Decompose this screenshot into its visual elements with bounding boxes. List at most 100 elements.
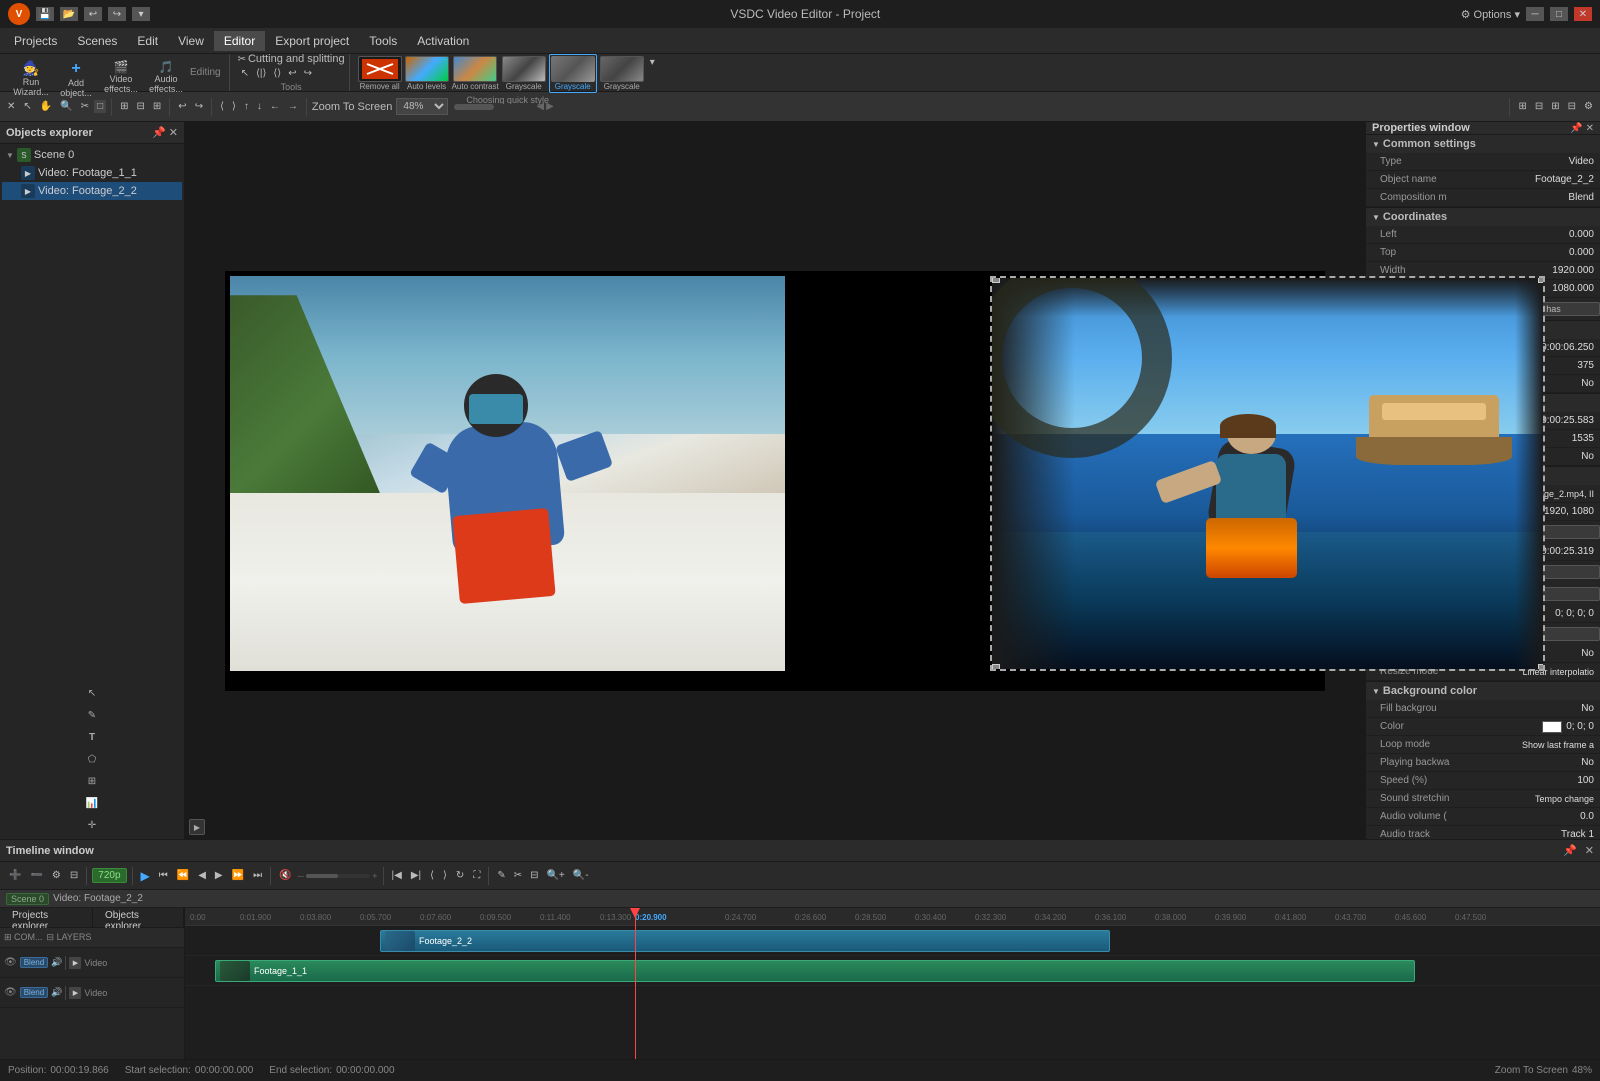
video-effects-btn[interactable]: 🎬 Videoeffects... bbox=[100, 57, 142, 89]
sel-handle-tr[interactable] bbox=[1538, 276, 1545, 283]
right-btn[interactable]: → bbox=[285, 100, 301, 113]
obj-chart-btn[interactable]: 📊 bbox=[82, 793, 102, 813]
obj-cursor-btn[interactable]: ↖ bbox=[82, 683, 102, 703]
step-fwd-btn[interactable]: ⏩ bbox=[229, 869, 247, 882]
obj-text-btn[interactable]: T bbox=[82, 727, 102, 747]
objects-close-btn[interactable]: ✕ bbox=[169, 126, 178, 139]
redo2-btn[interactable]: ↪ bbox=[192, 100, 206, 113]
group-btn[interactable]: ⊞ bbox=[117, 100, 131, 113]
close-button[interactable]: ✕ bbox=[1574, 7, 1592, 21]
section-bg-header[interactable]: Background color bbox=[1366, 682, 1600, 700]
snap-tl-btn[interactable]: ⊟ bbox=[527, 869, 541, 882]
toolbar-extra-btn[interactable]: ▾ bbox=[132, 7, 150, 21]
grid-btn[interactable]: ⊞ bbox=[1548, 100, 1562, 113]
toolbar-save-btn[interactable]: 💾 bbox=[36, 7, 54, 21]
split-btn[interactable]: ⟨⟩ bbox=[270, 67, 284, 80]
mark-in-btn[interactable]: |◀ bbox=[389, 869, 405, 882]
section-coords-header[interactable]: Coordinates bbox=[1366, 208, 1600, 226]
menu-projects[interactable]: Projects bbox=[4, 31, 67, 51]
obj-video2[interactable]: ▶ Video: Footage_2_2 bbox=[2, 182, 182, 200]
menu-activation[interactable]: Activation bbox=[407, 31, 479, 51]
mute-btn[interactable]: 🔇 bbox=[276, 869, 294, 882]
select-all-btn[interactable]: □ bbox=[94, 100, 106, 113]
sel-handle-br[interactable] bbox=[1538, 664, 1545, 671]
zoom-select[interactable]: 48% 25% 50% 100% bbox=[396, 98, 448, 115]
cut-btn[interactable]: ✂ bbox=[78, 100, 92, 113]
undo2-btn[interactable]: ↩ bbox=[175, 100, 189, 113]
clip-footage22[interactable]: Footage_2_2 bbox=[380, 930, 1110, 952]
canvas-nav-btn[interactable]: ▶ bbox=[189, 819, 205, 835]
style-more-btn[interactable]: ▾ bbox=[647, 56, 658, 69]
left-btn[interactable]: ← bbox=[267, 100, 283, 113]
obj-move-btn[interactable]: ✛ bbox=[82, 815, 102, 835]
distribute-btn[interactable]: ⊞ bbox=[150, 100, 164, 113]
toolbar-redo-btn[interactable]: ↪ bbox=[108, 7, 126, 21]
zoom-out-tl-btn[interactable]: 🔍- bbox=[570, 869, 592, 882]
timeline-pin-btn[interactable]: 📌 bbox=[1563, 844, 1577, 857]
track1-eye[interactable]: 👁 bbox=[4, 957, 17, 968]
add-track-btn[interactable]: ➕ bbox=[6, 869, 24, 882]
align-btn[interactable]: ⊟ bbox=[134, 100, 148, 113]
track1-blend[interactable]: Blend bbox=[20, 957, 48, 968]
cursor-btn[interactable]: ↖ bbox=[238, 67, 252, 80]
style-auto-contrast[interactable]: Auto contrast bbox=[452, 56, 499, 91]
go-mark-in-btn[interactable]: ⟨ bbox=[427, 869, 437, 882]
next-frame-btn[interactable]: ⟩ bbox=[229, 100, 239, 113]
select-btn[interactable]: ✕ bbox=[4, 100, 18, 113]
props-close-btn[interactable]: ✕ bbox=[1586, 123, 1594, 134]
style-grayscale-2[interactable]: Grayscale bbox=[549, 54, 597, 93]
cut-mode-btn[interactable]: ✂ bbox=[511, 869, 525, 882]
menu-export[interactable]: Export project bbox=[265, 31, 359, 51]
mark-out-btn[interactable]: ▶| bbox=[408, 869, 424, 882]
step-back-btn[interactable]: ⏪ bbox=[174, 869, 192, 882]
maximize-button[interactable]: □ bbox=[1550, 7, 1568, 21]
obj-video1[interactable]: ▶ Video: Footage_1_1 bbox=[2, 164, 182, 182]
tab-objects-explorer[interactable]: Objects explorer bbox=[93, 908, 184, 927]
obj-table-btn[interactable]: ⊞ bbox=[82, 771, 102, 791]
sel-handle-mr[interactable] bbox=[1538, 669, 1545, 671]
snap-btn[interactable]: ⊟ bbox=[1565, 100, 1579, 113]
menu-scenes[interactable]: Scenes bbox=[67, 31, 127, 51]
tab-projects-explorer[interactable]: Projects explorer bbox=[0, 908, 93, 927]
sel-handle-tm[interactable] bbox=[992, 276, 1000, 283]
prev-frame-btn[interactable]: ⟨ bbox=[217, 100, 227, 113]
display-opts-btn[interactable]: ⊞ bbox=[1515, 100, 1529, 113]
add-object-btn[interactable]: + Addobject... bbox=[55, 57, 97, 89]
track2-eye[interactable]: 👁 bbox=[4, 987, 17, 998]
minimize-button[interactable]: ─ bbox=[1526, 7, 1544, 21]
safe-zone-btn[interactable]: ⊟ bbox=[1532, 100, 1546, 113]
next-btn[interactable]: ⏭ bbox=[250, 869, 265, 882]
prev-btn[interactable]: ⏮ bbox=[156, 869, 171, 882]
edit-mode-btn[interactable]: ✎ bbox=[494, 869, 508, 882]
objects-pin-btn[interactable]: 📌 bbox=[152, 126, 166, 139]
playhead[interactable] bbox=[635, 908, 636, 1059]
options-button[interactable]: ⚙ Options ▾ bbox=[1461, 8, 1520, 21]
sel-handle-ml[interactable] bbox=[990, 669, 997, 671]
hand-btn[interactable]: ✋ bbox=[37, 100, 55, 113]
obj-pen-btn[interactable]: ✎ bbox=[82, 705, 102, 725]
loop-play-btn[interactable]: ↻ bbox=[453, 869, 467, 882]
go-mark-out-btn[interactable]: ⟩ bbox=[440, 869, 450, 882]
track2-blend[interactable]: Blend bbox=[20, 987, 48, 998]
clip-footage11[interactable]: Footage_1_1 bbox=[215, 960, 1415, 982]
frame-back-btn[interactable]: ◀ bbox=[195, 869, 209, 882]
redo-btn[interactable]: ↪ bbox=[301, 67, 315, 80]
props-pin-btn[interactable]: 📌 bbox=[1570, 123, 1582, 134]
menu-view[interactable]: View bbox=[168, 31, 214, 51]
play-btn[interactable]: ▶ bbox=[138, 868, 153, 884]
undo-btn[interactable]: ↩ bbox=[285, 67, 299, 80]
full-screen-btn[interactable]: ⛶ bbox=[470, 869, 483, 882]
track-settings-btn[interactable]: ⚙ bbox=[49, 869, 64, 882]
style-grayscale-3[interactable]: Grayscale bbox=[600, 56, 644, 91]
obj-shape-btn[interactable]: ⬠ bbox=[82, 749, 102, 769]
pointer-btn[interactable]: ↖ bbox=[20, 100, 34, 113]
frame-fwd-btn[interactable]: ▶ bbox=[212, 869, 226, 882]
style-auto-levels[interactable]: Auto levels bbox=[405, 56, 449, 91]
toolbar-undo-btn[interactable]: ↩ bbox=[84, 7, 102, 21]
timeline-close-btn[interactable]: ✕ bbox=[1585, 844, 1594, 857]
audio-effects-btn[interactable]: 🎵 Audioeffects... bbox=[145, 57, 187, 89]
zoom-in-tl-btn[interactable]: 🔍+ bbox=[543, 869, 567, 882]
color-swatch[interactable] bbox=[1542, 721, 1562, 733]
section-common-header[interactable]: Common settings bbox=[1366, 135, 1600, 153]
trim-btn[interactable]: ⟨|⟩ bbox=[253, 67, 269, 80]
